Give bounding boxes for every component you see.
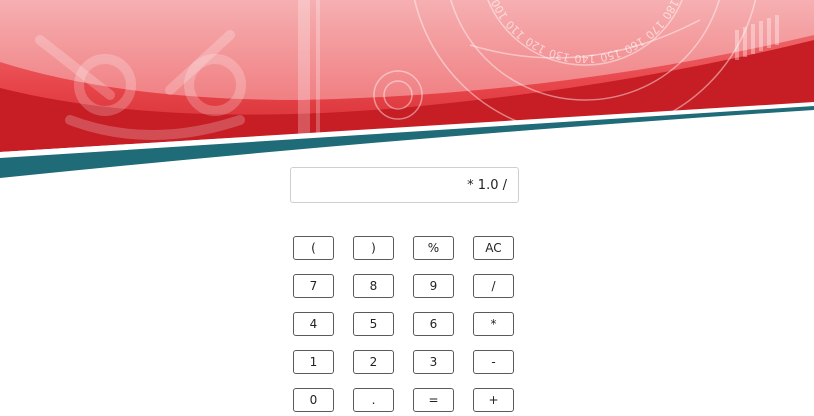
key-all-clear[interactable]: AC [473,236,514,260]
key-subtract[interactable]: - [473,350,514,374]
key-8[interactable]: 8 [353,274,394,298]
calculator-keypad: ( ) % AC 7 8 9 / 4 5 6 * 1 2 3 - 0 . = + [293,236,516,412]
key-3[interactable]: 3 [413,350,454,374]
key-0[interactable]: 0 [293,388,334,412]
key-close-paren[interactable]: ) [353,236,394,260]
ruler-tick-label: 140 [575,52,596,65]
key-9[interactable]: 9 [413,274,454,298]
key-add[interactable]: + [473,388,514,412]
key-4[interactable]: 4 [293,312,334,336]
key-percent[interactable]: % [413,236,454,260]
key-6[interactable]: 6 [413,312,454,336]
display-value: * 1.0 / [467,177,507,193]
key-divide[interactable]: / [473,274,514,298]
key-multiply[interactable]: * [473,312,514,336]
header-banner: 100110120 130 140 150 160170180 [0,0,814,178]
key-decimal[interactable]: . [353,388,394,412]
key-2[interactable]: 2 [353,350,394,374]
key-7[interactable]: 7 [293,274,334,298]
key-open-paren[interactable]: ( [293,236,334,260]
calculator-page: 100 110 120 130 140 150 160 170 180 * 1.0 / ( ) … [0,0,814,416]
calculator-display: * 1.0 / [290,167,519,203]
key-equals[interactable]: = [413,388,454,412]
key-1[interactable]: 1 [293,350,334,374]
key-5[interactable]: 5 [353,312,394,336]
